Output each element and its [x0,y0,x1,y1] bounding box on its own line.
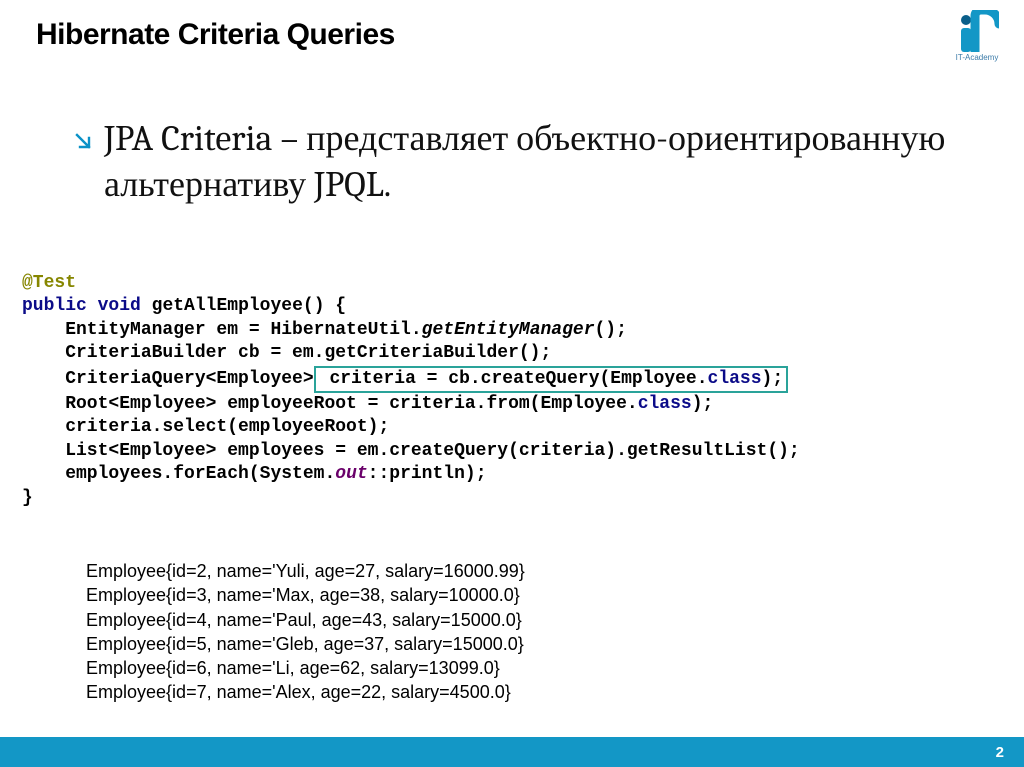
slide-title: Hibernate Criteria Queries [36,18,395,52]
code-line: EntityManager em = HibernateUtil. [22,320,422,340]
code-kw-public: public [22,296,87,316]
code-line: CriteriaBuilder cb = em.getCriteriaBuild… [22,343,551,363]
output-line: Employee{id=7, name='Alex, age=22, salar… [86,682,511,702]
code-kw-class: class [638,394,692,414]
footer-bar: 2 [0,737,1024,767]
code-static-call: getEntityManager [422,320,595,340]
code-close-brace: } [22,488,33,508]
code-text: ); [692,394,714,414]
code-line: criteria.select(employeeRoot); [22,417,389,437]
page-number: 2 [996,744,1004,761]
highlighted-code-box: criteria = cb.createQuery(Employee.class… [314,366,789,393]
output-block: Employee{id=2, name='Yuli, age=27, salar… [86,559,525,705]
output-line: Employee{id=2, name='Yuli, age=27, salar… [86,561,525,581]
code-text: (); [595,320,627,340]
output-line: Employee{id=5, name='Gleb, age=37, salar… [86,634,524,654]
code-text: ::println); [368,464,487,484]
code-line: List<Employee> employees = em.createQuer… [22,441,800,461]
arrow-bullet-icon [74,132,92,154]
code-kw-class: class [708,369,762,389]
logo-caption: IT-Academy [956,53,999,62]
code-static-field: out [335,464,367,484]
bullet-item: JPA Criteria – представляет объектно-ори… [74,116,964,208]
output-line: Employee{id=6, name='Li, age=62, salary=… [86,658,500,678]
code-text: criteria = cb.createQuery(Employee. [319,369,708,389]
it-academy-icon [955,10,999,52]
output-line: Employee{id=3, name='Max, age=38, salary… [86,585,520,605]
code-line: CriteriaQuery<Employee> [22,369,314,389]
code-line: Root<Employee> employeeRoot = criteria.f… [22,394,638,414]
code-text: ); [762,369,784,389]
logo: IT-Academy [948,10,1006,68]
output-line: Employee{id=4, name='Paul, age=43, salar… [86,610,522,630]
code-annotation: @Test [22,273,76,293]
code-method-name: getAllEmployee [152,296,303,316]
code-block: @Test public void getAllEmployee() { Ent… [22,272,800,510]
code-line: employees.forEach(System. [22,464,335,484]
bullet-text: JPA Criteria – представляет объектно-ори… [104,116,964,208]
code-kw-void: void [98,296,141,316]
